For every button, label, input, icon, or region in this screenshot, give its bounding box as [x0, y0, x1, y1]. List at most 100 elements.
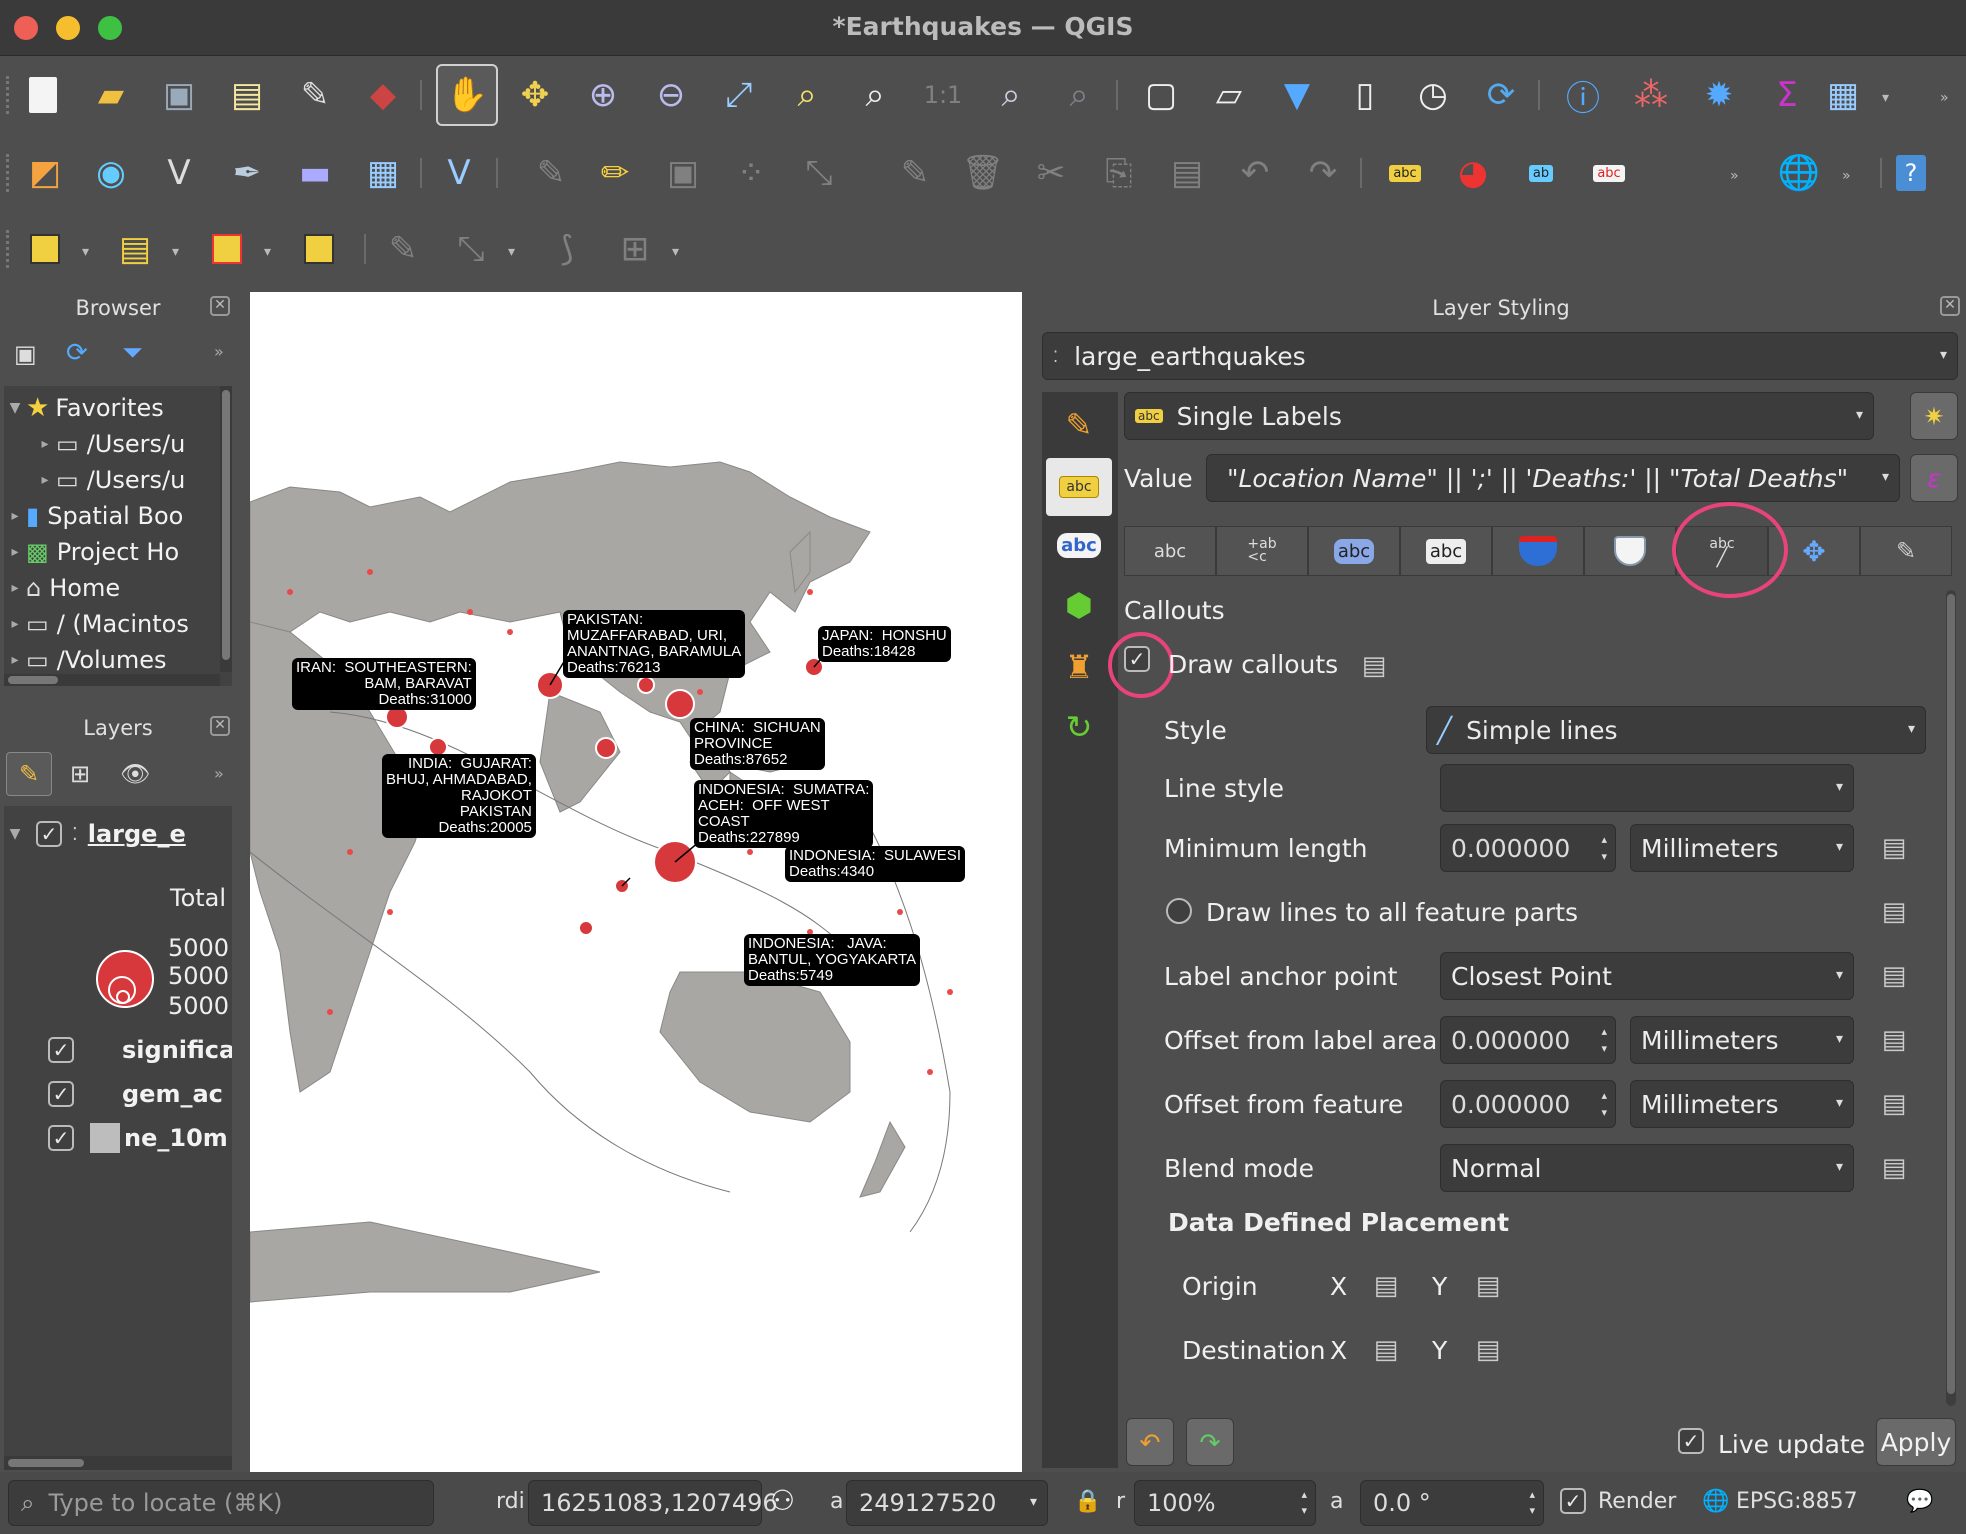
layout-manager-icon[interactable]: ✎ [284, 64, 346, 126]
browser-item-volumes[interactable]: ▸ ▭/Volumes [4, 642, 166, 678]
diagrams-tab-icon[interactable]: ♜ [1046, 638, 1112, 696]
draw-lines-all-parts-checkbox[interactable] [1166, 898, 1192, 928]
data-defined-override-icon[interactable]: ▤ [1872, 1020, 1916, 1060]
spin-arrows-icon[interactable]: ▴ ▾ [1601, 831, 1607, 865]
pan-map-icon[interactable]: ✋ [436, 64, 498, 126]
new-3d-map-view-icon[interactable]: ▱ [1198, 64, 1260, 126]
layer-item-ne-10m[interactable]: ✓ ne_10m [48, 1120, 228, 1156]
earthquake-bubble[interactable] [637, 676, 655, 694]
renderer-combo[interactable]: abc Single Labels ▾ [1124, 392, 1874, 440]
toolbar-grip[interactable] [6, 76, 10, 114]
blend-mode-combo[interactable]: Normal ▾ [1440, 1144, 1854, 1192]
browser-item-folder[interactable]: ▸ ▭/Users/u [34, 462, 185, 498]
rule-settings-icon[interactable]: ✷ [1910, 392, 1958, 440]
lock-scale-icon[interactable]: 🔒 [1074, 1489, 1101, 1514]
select-by-value-icon[interactable]: ▤ [104, 218, 166, 280]
data-defined-override-icon[interactable]: ▤ [1466, 1266, 1510, 1306]
new-print-layout-icon[interactable]: ▤ [216, 64, 278, 126]
coordinate-field[interactable]: 16251083,1207496 [528, 1480, 778, 1526]
offset-feature-unit-combo[interactable]: Millimeters ▾ [1630, 1080, 1854, 1128]
locator-search-input[interactable]: ⌕ Type to locate (⌘K) [8, 1480, 434, 1526]
open-project-icon[interactable]: ▰ [80, 64, 142, 126]
layer-labeling-options-icon[interactable]: abc [1374, 142, 1436, 204]
current-edits-icon[interactable]: ✎ [520, 142, 582, 204]
live-update-checkbox[interactable]: ✓ [1678, 1428, 1704, 1454]
label-anchor-point-combo[interactable]: Closest Point ▾ [1440, 952, 1854, 1000]
browser-item-folder[interactable]: ▸ ▭/Users/u [34, 426, 185, 462]
spin-arrows-icon[interactable]: ▴ ▾ [1529, 1487, 1535, 1519]
save-project-icon[interactable]: ▣ [148, 64, 210, 126]
zoom-out-icon[interactable]: ⊖ [640, 64, 702, 126]
redo-icon[interactable]: ↷ [1292, 142, 1354, 204]
data-defined-override-icon[interactable]: ▤ [1872, 956, 1916, 996]
manage-visibility-icon[interactable]: 👁 [120, 760, 150, 788]
layers-horizontal-scrollbar[interactable] [4, 1456, 232, 1470]
undo-icon[interactable]: ↶ [1224, 142, 1286, 204]
layer-item-gem[interactable]: ✓ gem_ac [48, 1076, 223, 1112]
rendering-tab[interactable]: ✎ [1860, 526, 1952, 576]
offset-feature-spinbox[interactable]: 0.000000 ▴ ▾ [1440, 1080, 1616, 1128]
refresh-icon[interactable]: ⟳ [1470, 64, 1532, 126]
map-canvas[interactable]: PAKISTAN: MUZAFFARABAD, URI, ANANTNAG, B… [250, 292, 1022, 1472]
chevron-down-icon[interactable]: ▾ [672, 244, 679, 260]
close-icon[interactable]: ✕ [1940, 296, 1960, 316]
symbology-tab-icon[interactable]: ✎ [1046, 396, 1112, 454]
zoom-full-icon[interactable]: ⤢ [708, 64, 770, 126]
html-annotation-icon[interactable]: ⊞ [604, 218, 666, 280]
new-geopackage-layer-icon[interactable]: ◉ [80, 142, 142, 204]
line-style-combo[interactable]: ▾ [1440, 764, 1854, 812]
magnifier-spinbox[interactable]: 100% ▴ ▾ [1134, 1480, 1316, 1526]
chevron-right-icon[interactable]: ▸ [34, 472, 56, 488]
offset-label-area-spinbox[interactable]: 0.000000 ▴ ▾ [1440, 1016, 1616, 1064]
layer-selector-combo[interactable]: ⁚ large_earthquakes ▾ [1042, 332, 1958, 380]
offset-label-area-unit-combo[interactable]: Millimeters ▾ [1630, 1016, 1854, 1064]
spin-arrows-icon[interactable]: ▴ ▾ [1301, 1487, 1307, 1519]
toolbar-grip[interactable] [6, 230, 10, 268]
data-defined-override-icon[interactable]: ▤ [1364, 1330, 1408, 1370]
layer-visibility-checkbox[interactable]: ✓ [48, 1037, 74, 1063]
zoom-last-icon[interactable]: ⌕ [980, 64, 1042, 126]
refresh-icon[interactable]: ⟳ [66, 338, 88, 368]
3d-view-tab-icon[interactable]: ⬢ [1046, 576, 1112, 634]
chevron-right-icon[interactable]: ▸ [34, 436, 56, 452]
temporal-controller-icon[interactable]: ◷ [1402, 64, 1464, 126]
zoom-to-selection-icon[interactable]: ⌕ [776, 64, 838, 126]
minimum-length-spinbox[interactable]: 0.000000 ▴ ▾ [1440, 824, 1616, 872]
chevron-right-icon[interactable]: ▸ [4, 652, 26, 668]
text-annotation-icon[interactable]: ⟆ [536, 218, 598, 280]
statistical-summary-icon[interactable]: Σ [1756, 64, 1818, 126]
pan-to-selection-icon[interactable]: ✥ [504, 64, 566, 126]
data-defined-override-icon[interactable]: ▤ [1872, 828, 1916, 868]
spin-arrows-icon[interactable]: ▴ ▾ [1601, 1087, 1607, 1121]
toolbox-icon[interactable]: ✹ [1688, 64, 1750, 126]
chevron-right-icon[interactable]: ▸ [4, 616, 26, 632]
buffer-tab[interactable]: abc [1308, 526, 1400, 576]
browser-item-home[interactable]: ▸ ⌂ Home [4, 570, 120, 606]
browser-item-project-home[interactable]: ▸ ▩ Project Ho [4, 534, 179, 570]
open-attribute-table-icon[interactable]: ▦ [1812, 64, 1874, 126]
layer-diagram-options-icon[interactable]: ◕ [1442, 142, 1504, 204]
save-layer-edits-icon[interactable]: ▣ [652, 142, 714, 204]
formatting-tab[interactable]: +ab <c [1216, 526, 1308, 576]
data-defined-override-icon[interactable]: ▤ [1352, 646, 1396, 686]
new-virtual-layer-icon[interactable]: ▬ [284, 142, 346, 204]
zoom-native-icon[interactable]: 1:1 [912, 64, 974, 126]
render-checkbox[interactable]: ✓ [1560, 1488, 1586, 1514]
select-features-icon[interactable] [14, 218, 76, 280]
data-defined-override-icon[interactable]: ▤ [1872, 892, 1916, 932]
toolbar-grip[interactable] [6, 154, 10, 192]
paste-features-icon[interactable]: ▤ [1156, 142, 1218, 204]
apply-button[interactable]: Apply [1876, 1418, 1956, 1466]
chevron-down-icon[interactable]: ▾ [82, 244, 89, 260]
zoom-to-layer-icon[interactable]: ⌕ [844, 64, 906, 126]
new-mesh-layer-icon[interactable]: ▦ [352, 142, 414, 204]
chevron-down-icon[interactable]: ▾ [172, 244, 179, 260]
callouts-tab-alt[interactable] [1584, 526, 1676, 576]
cut-features-icon[interactable]: ✂ [1020, 142, 1082, 204]
add-selected-layers-icon[interactable]: ▣ [14, 340, 37, 368]
data-defined-override-icon[interactable]: ▤ [1466, 1330, 1510, 1370]
panel-overflow-icon[interactable]: » [214, 342, 224, 361]
panel-overflow-icon[interactable]: » [214, 764, 224, 783]
globe-icon[interactable]: 🌐 [1702, 1489, 1729, 1514]
delete-selected-icon[interactable]: 🗑 [952, 142, 1014, 204]
